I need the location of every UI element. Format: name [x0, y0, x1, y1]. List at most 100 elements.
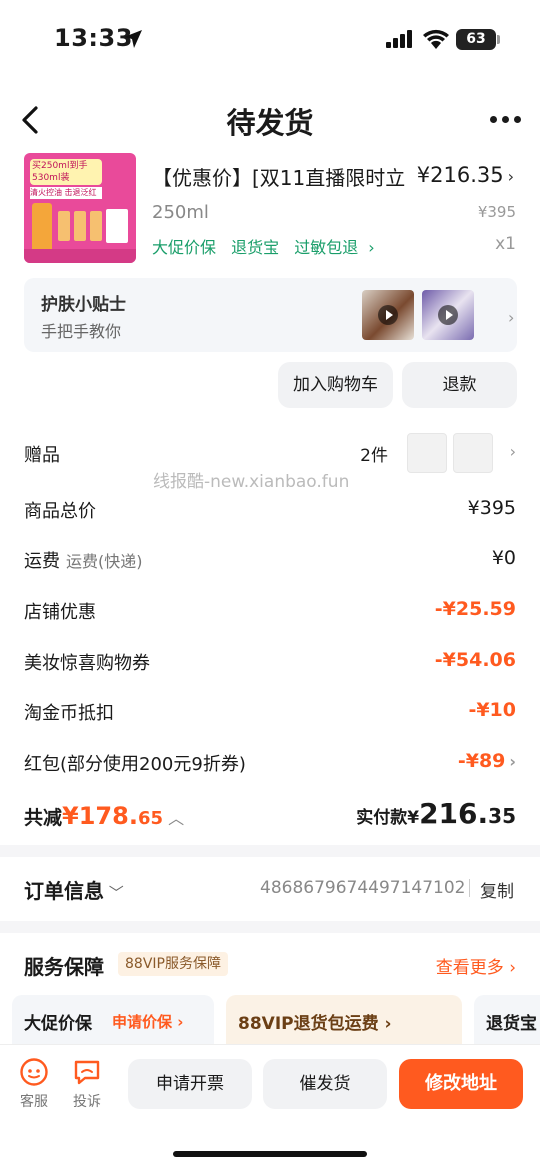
request-invoice-button[interactable]: 申请开票 — [128, 1059, 252, 1109]
complaint-icon[interactable] — [72, 1057, 102, 1087]
shipping-value: ¥0 — [491, 547, 516, 569]
chevron-right-icon: › — [509, 442, 516, 461]
redpacket-label: 红包(部分使用200元9折券) — [24, 754, 246, 775]
more-options-icon[interactable] — [488, 116, 522, 126]
store-discount-row: 店铺优惠 -¥25.59 — [24, 598, 516, 628]
cellular-signal-icon — [386, 30, 412, 48]
total-saved[interactable]: 共减¥178.65 ︿ — [24, 802, 184, 830]
shipping-row: 运费 运费(快递) ¥0 — [24, 547, 516, 577]
saved-decimal: 65 — [137, 808, 163, 829]
coins-row: 淘金币抵扣 -¥10 — [24, 699, 516, 729]
subtotal-value: ¥395 — [467, 497, 516, 519]
chevron-right-icon: › — [378, 1014, 392, 1034]
chevron-up-icon: ︿ — [163, 809, 185, 828]
chevron-right-icon: › — [172, 1013, 184, 1031]
coins-label: 淘金币抵扣 — [24, 703, 114, 724]
apply-price-protect-link[interactable]: 申请价保 › — [112, 1011, 183, 1032]
paid-label: 实付款¥ — [356, 808, 420, 828]
chevron-right-icon: › — [509, 752, 516, 771]
divider — [469, 879, 470, 897]
product-title[interactable]: 【优惠价】[双11直播限时立 — [152, 162, 412, 191]
complaint-label[interactable]: 投诉 — [67, 1091, 107, 1111]
customer-service-label[interactable]: 客服 — [14, 1091, 54, 1111]
product-spec: 250ml — [152, 202, 209, 223]
video-thumbnail[interactable] — [362, 290, 414, 340]
coupon-label: 美妆惊喜购物券 — [24, 653, 150, 674]
home-indicator — [173, 1151, 367, 1157]
change-address-button[interactable]: 修改地址 — [399, 1059, 523, 1109]
location-arrow-icon — [124, 30, 142, 48]
store-discount-value: -¥25.59 — [434, 598, 516, 620]
nav-bar: 待发货 — [0, 90, 540, 150]
product-image-banner: 买250ml到手530ml装 — [30, 159, 102, 185]
product-image-footer — [24, 249, 136, 263]
service-card-label: 退货宝 — [486, 1014, 537, 1034]
service-card-label-group: 88VIP退货包运费 › — [238, 1009, 392, 1034]
refund-button[interactable]: 退款 — [402, 362, 517, 408]
service-title: 服务保障 — [24, 955, 104, 979]
page-title: 待发货 — [226, 106, 314, 140]
paid-decimal: 35 — [488, 804, 516, 828]
redpacket-value: -¥89 — [457, 750, 506, 772]
urge-shipping-button[interactable]: 催发货 — [263, 1059, 387, 1109]
shipping-sublabel: 运费(快递) — [66, 552, 143, 571]
wifi-icon — [423, 29, 449, 49]
total-paid: 实付款¥216.35 — [356, 797, 516, 830]
view-more-label: 查看更多 — [435, 958, 504, 978]
battery-icon: 63 — [456, 29, 496, 50]
tag-price-protect: 大促价保 — [152, 238, 217, 257]
subtotal-row: 商品总价 ¥395 — [24, 497, 516, 527]
product-bottle-small — [74, 211, 86, 241]
copy-button[interactable]: 复制 — [480, 877, 514, 902]
chevron-right-icon: › — [503, 958, 516, 978]
coupon-value: -¥54.06 — [434, 649, 516, 671]
redpacket-row[interactable]: 红包(部分使用200元9折券) -¥89 › — [24, 750, 516, 780]
product-price[interactable]: ¥216.35 › — [417, 163, 514, 187]
play-icon — [438, 305, 458, 325]
gift-thumbnail — [453, 433, 493, 473]
redpacket-value-group: -¥89 › — [458, 750, 516, 772]
shipping-label: 运费 — [24, 551, 60, 572]
coins-value: -¥10 — [468, 699, 516, 721]
battery-tip — [497, 35, 500, 44]
paid-amount: 216. — [419, 797, 489, 830]
apply-price-protect-label: 申请价保 — [112, 1013, 173, 1031]
subtotal-label: 商品总价 — [24, 501, 96, 522]
order-number: 4868679674497147102 — [260, 878, 466, 898]
saved-label: 共减 — [24, 807, 63, 829]
order-info-toggle[interactable]: 订单信息 ﹀ — [24, 875, 124, 904]
play-icon — [378, 305, 398, 325]
product-image[interactable]: 买250ml到手530ml装 清火控油 击退泛红痘 — [24, 153, 136, 263]
vip-badge: 88VIP服务保障 — [118, 952, 228, 976]
coupon-row: 美妆惊喜购物券 -¥54.06 — [24, 649, 516, 679]
gift-label: 赠品 — [24, 445, 60, 466]
add-to-cart-button[interactable]: 加入购物车 — [278, 362, 393, 408]
service-card-label: 88VIP退货包运费 — [238, 1014, 379, 1034]
store-discount-label: 店铺优惠 — [24, 602, 96, 623]
product-bottle-small — [90, 211, 102, 241]
chevron-right-icon: › — [507, 167, 514, 186]
customer-service-icon[interactable] — [19, 1057, 49, 1087]
gift-thumbnail — [407, 433, 447, 473]
section-divider — [0, 845, 540, 857]
tips-title: 护肤小贴士 — [41, 295, 126, 315]
service-card-label: 大促价保 — [24, 1014, 92, 1034]
product-price-value: ¥216.35 — [416, 163, 504, 187]
shipping-label-group: 运费 运费(快递) — [24, 547, 143, 573]
product-box — [106, 209, 128, 243]
gift-count: 2件 — [360, 446, 388, 466]
status-bar: 13:33 63 — [0, 0, 540, 80]
section-divider — [0, 921, 540, 933]
watermark: 线报酷-new.xianbao.fun — [153, 472, 350, 492]
chevron-right-icon: › — [368, 238, 375, 257]
video-thumbnail[interactable] — [422, 290, 474, 340]
tag-allergy-return: 过敏包退 — [294, 238, 359, 257]
product-quantity: x1 — [495, 234, 516, 254]
tips-subtitle: 手把手教你 — [41, 322, 122, 341]
product-tags[interactable]: 大促价保 退货宝 过敏包退 › — [152, 234, 385, 258]
view-more-link[interactable]: 查看更多 › — [436, 953, 516, 978]
skincare-tips-card[interactable]: 护肤小贴士 手把手教你 › — [24, 278, 517, 352]
product-original-price: ¥395 — [477, 203, 516, 221]
product-image-subbanner: 清火控油 击退泛红痘 — [30, 187, 102, 199]
chevron-down-icon: ﹀ — [104, 884, 124, 902]
